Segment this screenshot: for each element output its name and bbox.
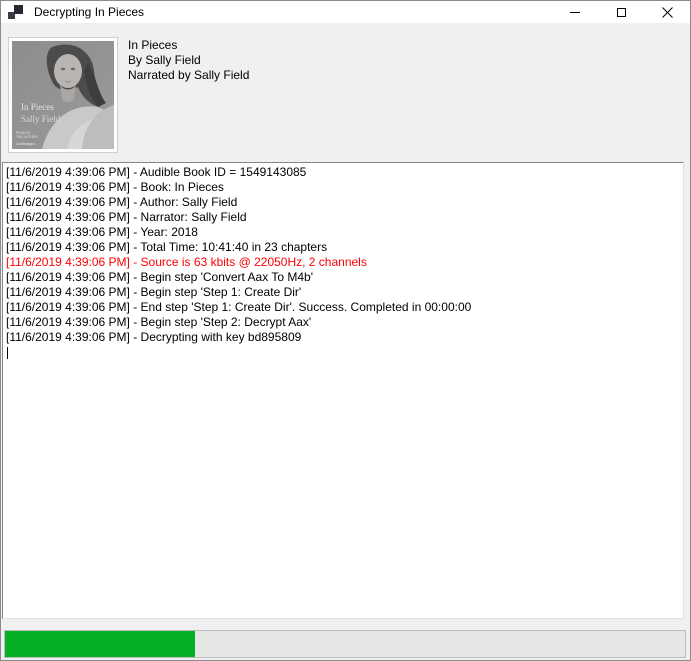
progress-bar-fill	[5, 631, 195, 657]
log-caret-line	[6, 345, 680, 360]
caption-buttons	[552, 1, 690, 23]
book-cover-art: In Pieces Sally Field READ BY THE AUTHOR…	[12, 41, 114, 149]
log-line: [11/6/2019 4:39:06 PM] - Begin step 'Con…	[6, 270, 680, 285]
app-icon	[8, 5, 23, 20]
log-line: [11/6/2019 4:39:06 PM] - Total Time: 10:…	[6, 240, 680, 255]
cover-edition-text: Unabridged	[16, 142, 35, 146]
close-button[interactable]	[644, 1, 690, 23]
book-author: By Sally Field	[128, 53, 249, 68]
app-window: Decrypting In Pieces	[0, 0, 691, 661]
title-bar[interactable]: Decrypting In Pieces	[1, 1, 690, 23]
log-line: [11/6/2019 4:39:06 PM] - End step 'Step …	[6, 300, 680, 315]
maximize-icon	[617, 8, 626, 17]
log-line: [11/6/2019 4:39:06 PM] - Narrator: Sally…	[6, 210, 680, 225]
log-line: [11/6/2019 4:39:06 PM] - Audible Book ID…	[6, 165, 680, 180]
text-caret	[7, 347, 8, 359]
log-line: [11/6/2019 4:39:06 PM] - Year: 2018	[6, 225, 680, 240]
minimize-button[interactable]	[552, 1, 598, 23]
app-icon-block-large	[14, 5, 23, 14]
book-title: In Pieces	[128, 38, 249, 53]
close-icon	[662, 7, 673, 18]
book-info: In Pieces By Sally Field Narrated by Sal…	[128, 38, 249, 83]
log-line: [11/6/2019 4:39:06 PM] - Begin step 'Ste…	[6, 285, 680, 300]
book-narrator: Narrated by Sally Field	[128, 68, 249, 83]
log-line: [11/6/2019 4:39:06 PM] - Decrypting with…	[6, 330, 680, 345]
cover-author-text: Sally Field	[21, 114, 61, 124]
log-line: [11/6/2019 4:39:06 PM] - Book: In Pieces	[6, 180, 680, 195]
progress-bar	[4, 630, 686, 658]
maximize-button[interactable]	[598, 1, 644, 23]
cover-title-text: In Pieces	[21, 102, 54, 112]
log-line: [11/6/2019 4:39:06 PM] - Begin step 'Ste…	[6, 315, 680, 330]
log-textbox[interactable]: [11/6/2019 4:39:06 PM] - Audible Book ID…	[2, 162, 684, 619]
log-line-error: [11/6/2019 4:39:06 PM] - Source is 63 kb…	[6, 255, 680, 270]
window-title: Decrypting In Pieces	[34, 5, 144, 19]
cover-readby-line2: THE AUTHOR	[16, 135, 38, 139]
book-cover: In Pieces Sally Field READ BY THE AUTHOR…	[8, 37, 118, 153]
log-line: [11/6/2019 4:39:06 PM] - Author: Sally F…	[6, 195, 680, 210]
minimize-icon	[570, 12, 580, 13]
